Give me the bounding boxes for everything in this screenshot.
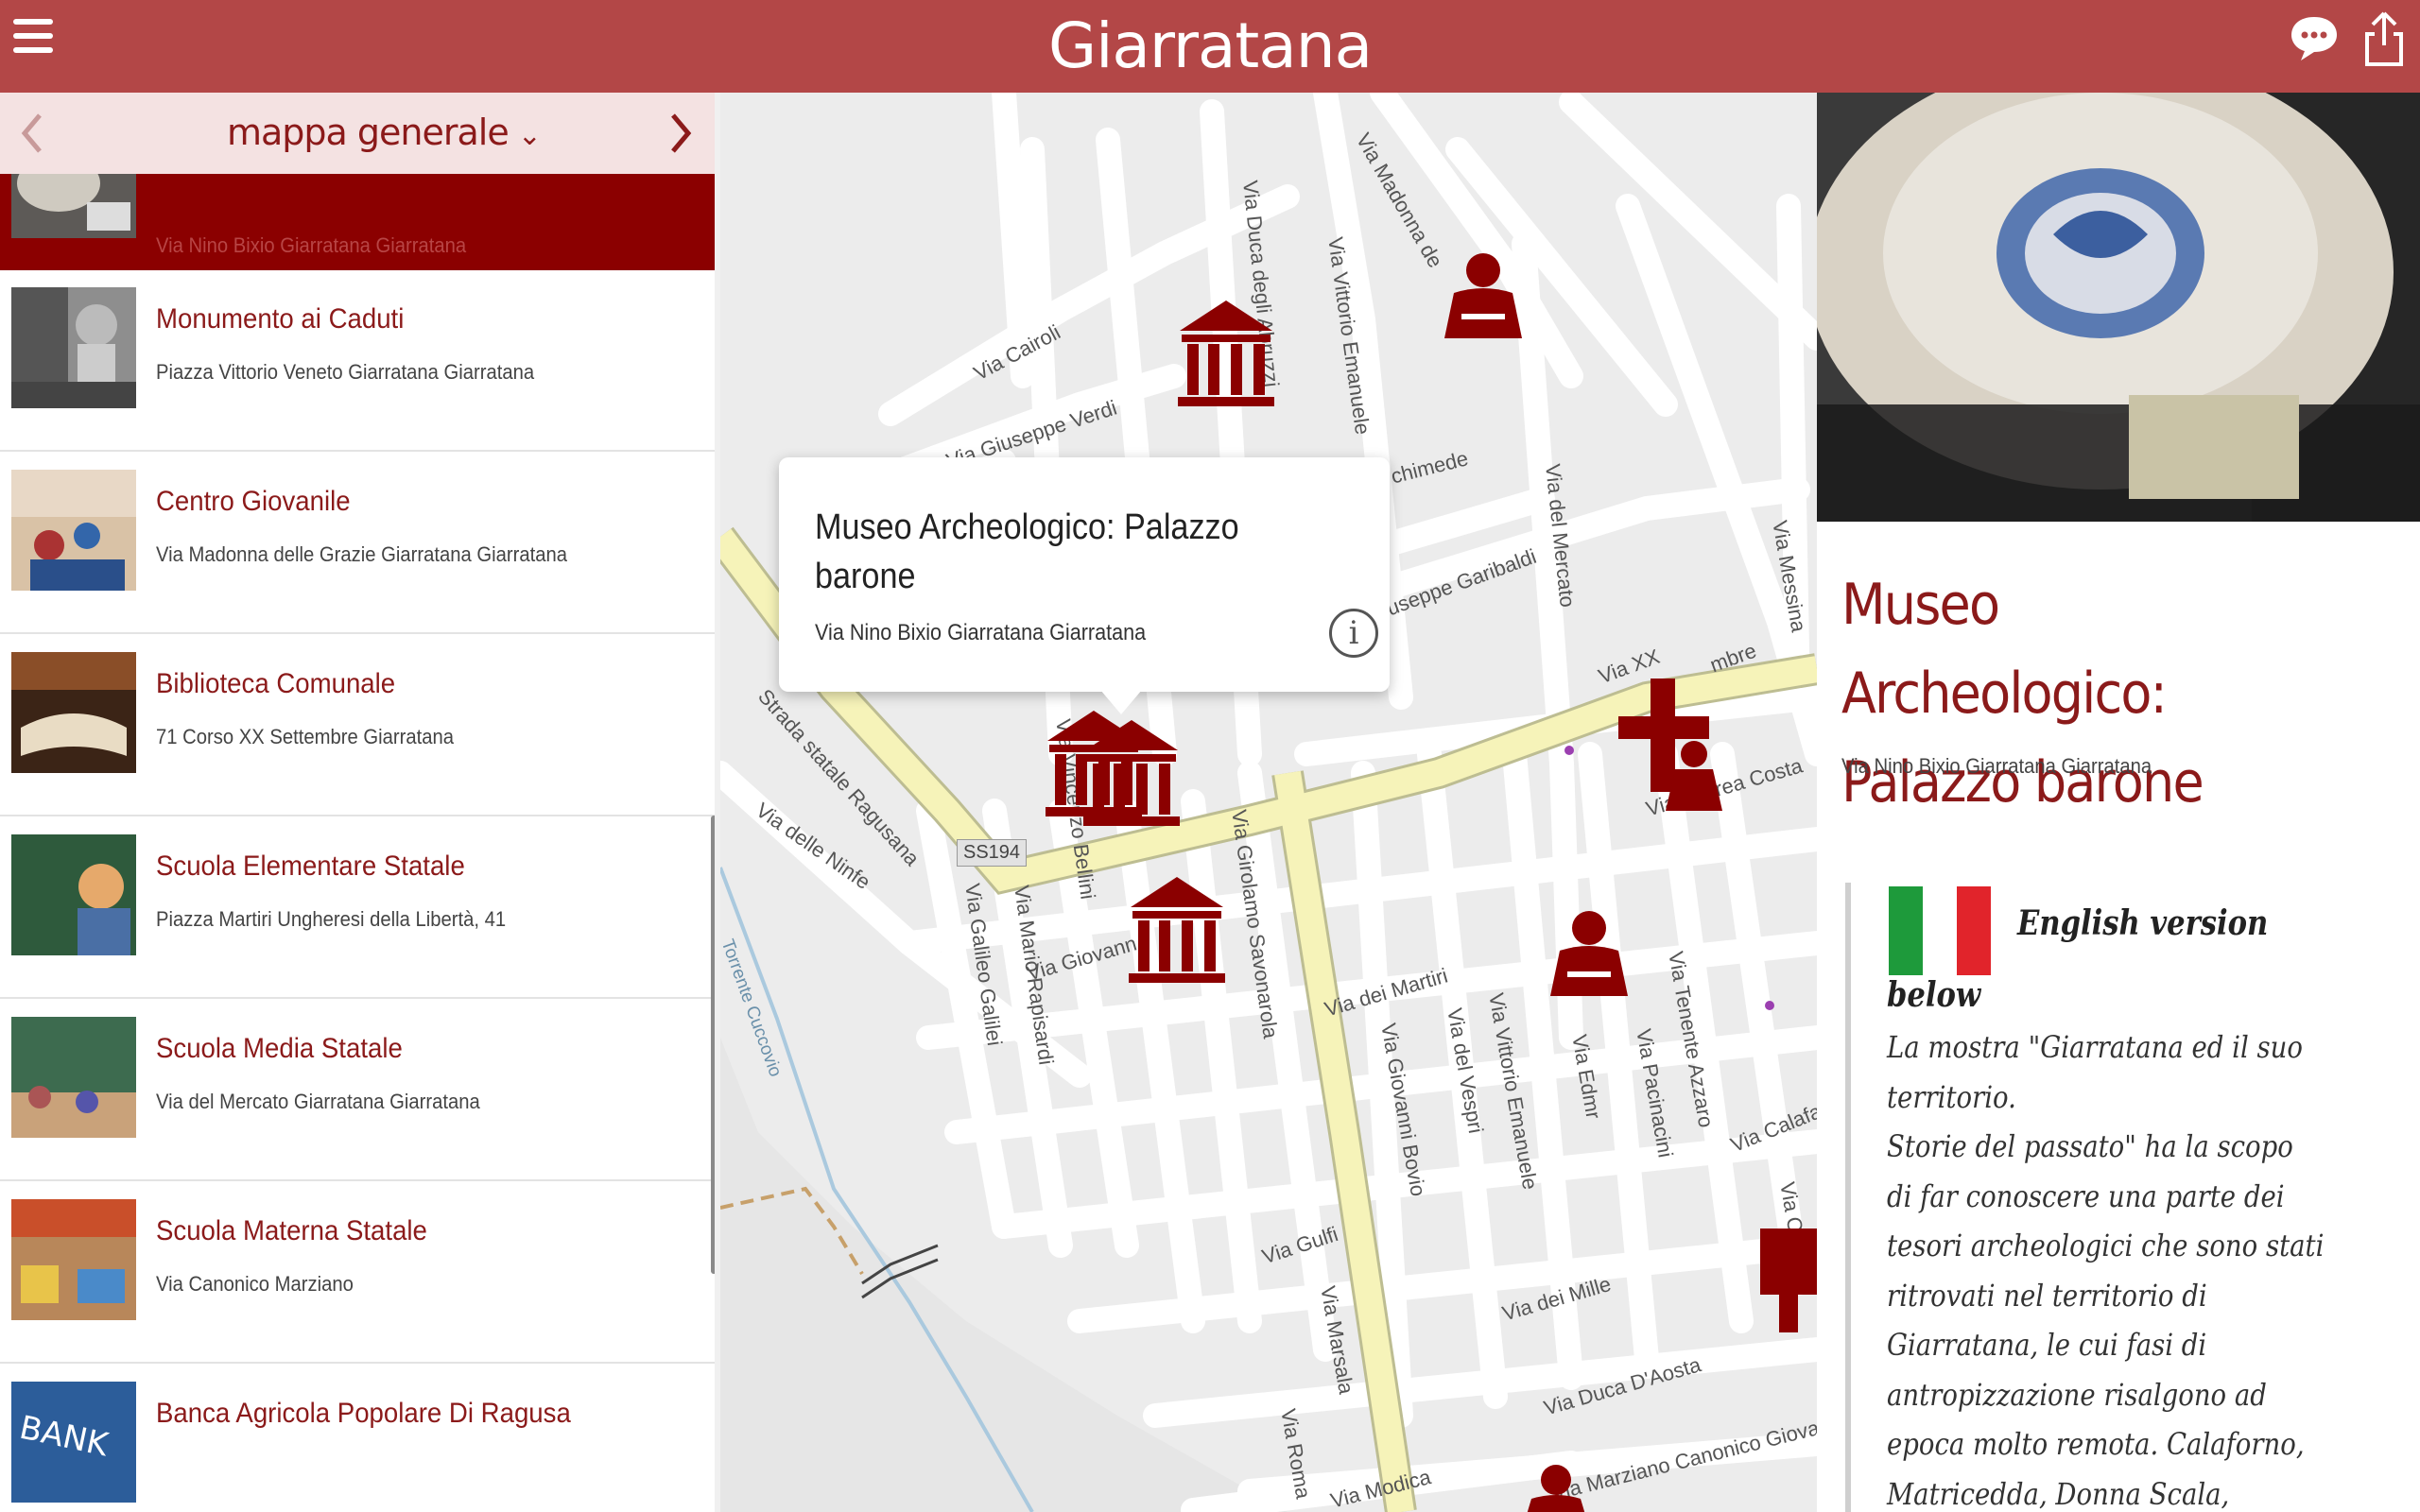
share-icon — [2365, 11, 2403, 66]
list-item-thumbnail — [11, 652, 136, 773]
detail-address: Via Nino Bixio Giarratana Giarratana — [1841, 754, 2152, 778]
list-item-banca-agricola[interactable]: BANK Banca Agricola Popolare Di Ragusa — [0, 1365, 715, 1512]
list-item-address: Via del Mercato Giarratana Giarratana — [156, 1090, 480, 1113]
museum-marker-icon[interactable] — [1174, 297, 1278, 410]
list-item-scuola-materna[interactable]: Scuola Materna Statale Via Canonico Marz… — [0, 1182, 715, 1364]
list-item-name: Biblioteca Comunale — [156, 668, 396, 699]
popup-address: Via Nino Bixio Giarratana Giarratana — [815, 620, 1147, 645]
school-marker-icon[interactable] — [1441, 251, 1526, 346]
list-item-address: Via Canonico Marziano — [156, 1272, 354, 1296]
list-item-address: Via Nino Bixio Giarratana Giarratana — [156, 233, 467, 257]
school-marker-icon[interactable] — [1518, 1461, 1594, 1512]
list-item-biblioteca-comunale[interactable]: Biblioteca Comunale 71 Corso XX Settembr… — [0, 635, 715, 816]
list-item-name: Scuola Elementare Statale — [156, 850, 465, 882]
museum-marker-icon[interactable] — [1125, 873, 1229, 987]
list-item-address: Via Madonna delle Grazie Giarratana Giar… — [156, 542, 568, 566]
list-item-address: Piazza Martiri Ungheresi della Libertà, … — [156, 907, 507, 931]
list-item-name: Banca Agricola Popolare Di Ragusa — [156, 1398, 571, 1429]
list-item-centro-giovanile[interactable]: Centro Giovanile Via Madonna delle Grazi… — [0, 453, 715, 634]
list-item-name: Centro Giovanile — [156, 486, 351, 517]
info-icon[interactable]: i — [1329, 609, 1378, 658]
list-item-thumbnail: BANK — [11, 1382, 136, 1503]
top-app-bar: Giarratana — [0, 0, 2420, 93]
chevron-right-icon[interactable] — [662, 108, 700, 159]
detail-title: Museo Archeologico: Palazzo barone — [1841, 572, 2204, 816]
museum-photo — [1817, 93, 2420, 522]
app-title: Giarratana — [1047, 9, 1373, 82]
list-item-address: 71 Corso XX Settembre Giarratana — [156, 725, 454, 748]
church-marker-icon[interactable] — [1618, 584, 1741, 811]
list-item-address: Piazza Vittorio Veneto Giarratana Giarra… — [156, 360, 535, 384]
list-item-thumbnail — [11, 834, 136, 955]
map-info-popup[interactable]: Museo Archeologico: Palazzo barone Via N… — [779, 457, 1390, 714]
italian-flag-icon — [1889, 886, 1991, 975]
list-item-thumbnail — [11, 287, 136, 408]
detail-panel: Museo Archeologico: Palazzo barone Via N… — [1817, 93, 2420, 1512]
map-view[interactable]: Via Cairoli Via Giuseppe Verdi Via Duca … — [720, 93, 1817, 1512]
museum-marker-icon[interactable] — [1080, 716, 1184, 830]
school-marker-icon[interactable] — [1547, 909, 1632, 1004]
share-button[interactable] — [2360, 9, 2409, 68]
popup-title: Museo Archeologico: Palazzo barone — [815, 507, 1239, 596]
english-version-link-continued[interactable]: below — [1887, 975, 1980, 1015]
chevron-down-icon: ⌄ — [517, 119, 542, 152]
list-item-thumbnail — [11, 1017, 136, 1138]
list-item-thumbnail — [11, 470, 136, 591]
quote-bar — [1845, 883, 1851, 1512]
detail-description: La mostra "Giarratana ed il suo territor… — [1887, 1029, 2325, 1512]
list-item-name: Scuola Media Statale — [156, 1033, 403, 1064]
english-version-link[interactable]: English version — [2017, 903, 2268, 943]
museum-marker-icon[interactable] — [1760, 1228, 1817, 1332]
road-badge: SS194 — [957, 839, 1028, 867]
list-item-scuola-elementare[interactable]: Scuola Elementare Statale Piazza Martiri… — [0, 817, 715, 999]
places-list-panel: mappa generale ⌄ Via Nino Bixio Giarratan… — [0, 93, 715, 1512]
chat-button[interactable] — [2288, 11, 2341, 64]
list-item-name: Scuola Materna Statale — [156, 1215, 427, 1246]
map-selector-label: mappa generale — [227, 112, 510, 153]
chevron-left-icon[interactable] — [13, 108, 51, 159]
list-item-name: Monumento ai Caduti — [156, 303, 405, 335]
list-item-thumbnail — [11, 1199, 136, 1320]
list-item-monumento-ai-caduti[interactable]: Monumento ai Caduti Piazza Vittorio Vene… — [0, 270, 715, 452]
chat-bubble-icon — [2291, 17, 2337, 60]
list-item-scuola-media[interactable]: Scuola Media Statale Via del Mercato Gia… — [0, 1000, 715, 1181]
map-selector-dropdown[interactable]: mappa generale ⌄ — [227, 112, 542, 153]
popup-pointer — [1100, 690, 1142, 714]
list-header: mappa generale ⌄ — [0, 93, 715, 174]
